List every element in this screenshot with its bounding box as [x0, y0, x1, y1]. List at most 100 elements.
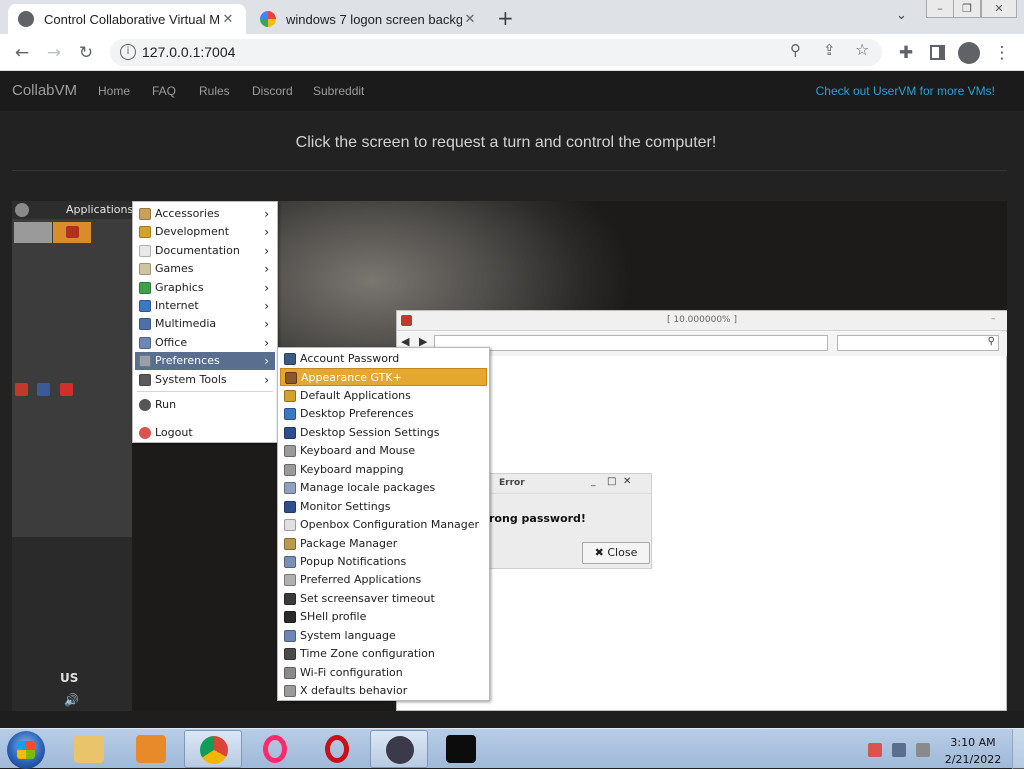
pref-item-popup-notifications[interactable]: Popup Notifications [280, 553, 487, 571]
close-window-button[interactable]: ✕ [981, 0, 1017, 18]
share-icon[interactable]: ⇪ [823, 41, 836, 59]
error-close-button[interactable]: ✖ Close [582, 542, 650, 564]
app-menu-item-graphics[interactable]: Graphics › [135, 279, 275, 297]
nav-discord[interactable]: Discord [252, 84, 293, 98]
menu-item-label: Desktop Session Settings [300, 425, 440, 439]
pref-item-account-password[interactable]: Account Password [280, 350, 487, 368]
network-icon[interactable] [892, 743, 906, 757]
pref-item-set-screensaver-timeout[interactable]: Set screensaver timeout [280, 590, 487, 608]
taskbar-obs-button[interactable] [370, 730, 428, 768]
site-brand[interactable]: CollabVM [12, 82, 77, 99]
pref-item-openbox-configuration-manager[interactable]: Openbox Configuration Manager [280, 516, 487, 534]
maximize-icon[interactable]: □ [607, 476, 616, 487]
info-icon[interactable]: i [120, 44, 136, 60]
tab-windows7-search[interactable]: windows 7 logon screen backgro ✕ [250, 4, 488, 34]
search-icon[interactable]: ⚲ [988, 336, 995, 347]
zoom-icon[interactable]: ⚲ [790, 41, 801, 59]
pref-item-keyboard-mapping[interactable]: Keyboard mapping [280, 461, 487, 479]
app-menu-item-logout[interactable]: Logout [135, 424, 275, 442]
app-menu-item-accessories[interactable]: Accessories › [135, 205, 275, 223]
show-desktop-button[interactable] [1012, 729, 1024, 769]
more-menu-icon[interactable]: ⋮ [990, 41, 1014, 65]
close-tab-icon[interactable]: ✕ [462, 11, 478, 27]
reload-icon[interactable]: ↻ [74, 41, 98, 65]
pref-item-desktop-session-settings[interactable]: Desktop Session Settings [280, 424, 487, 442]
pref-item-keyboard-and-mouse[interactable]: Keyboard and Mouse [280, 442, 487, 460]
action-center-icon[interactable] [868, 743, 882, 757]
wi-fi-configuration-icon [284, 666, 296, 679]
menu-item-label: Office [155, 335, 188, 349]
pref-item-shell-profile[interactable]: SHell profile [280, 608, 487, 626]
app-menu-item-run[interactable]: Run [135, 396, 275, 414]
pref-item-preferred-applications[interactable]: Preferred Applications [280, 571, 487, 589]
menu-item-label: Set screensaver timeout [300, 591, 435, 605]
nav-faq[interactable]: FAQ [152, 84, 176, 98]
system-clock[interactable]: 3:10 AM 2/21/2022 [944, 734, 1002, 768]
workspace-2[interactable] [53, 222, 91, 243]
forward-icon[interactable]: → [42, 41, 66, 65]
error-dialog-titlebar[interactable]: Error _ □ ✕ [483, 474, 651, 494]
puppy-logo-icon[interactable] [15, 203, 29, 217]
close-icon[interactable]: ✕ [623, 476, 631, 487]
taskbar-opera-button[interactable] [308, 730, 366, 768]
vm-browser-url-field[interactable] [434, 335, 828, 351]
screenshot-icon[interactable] [60, 383, 73, 396]
vm-browser-titlebar[interactable]: [ 10.000000% ] – [397, 311, 1007, 331]
app-menu-item-games[interactable]: Games › [135, 260, 275, 278]
app-menu-item-preferences[interactable]: Preferences › [135, 352, 275, 371]
nav-home[interactable]: Home [98, 84, 130, 98]
submenu-arrow-icon: › [264, 372, 269, 387]
bookmark-star-icon[interactable]: ☆ [855, 40, 869, 59]
pref-item-default-applications[interactable]: Default Applications [280, 387, 487, 405]
save-icon[interactable] [37, 383, 50, 396]
close-tab-icon[interactable]: ✕ [220, 11, 236, 27]
nav-subreddit[interactable]: Subreddit [313, 84, 364, 98]
taskbar-file-explorer-button[interactable] [60, 730, 118, 768]
uservm-promo-link[interactable]: Check out UserVM for more VMs! [816, 84, 995, 98]
minimize-icon[interactable]: _ [591, 477, 596, 487]
app-menu-item-system-tools[interactable]: System Tools › [135, 371, 275, 389]
browser-app-icon [401, 315, 412, 326]
pref-item-manage-locale-packages[interactable]: Manage locale packages [280, 479, 487, 497]
side-panel-icon[interactable] [930, 45, 945, 60]
app-menu-item-office[interactable]: Office › [135, 334, 275, 352]
app-menu-item-internet[interactable]: Internet › [135, 297, 275, 315]
pref-item-desktop-preferences[interactable]: Desktop Preferences [280, 405, 487, 423]
volume-icon[interactable]: 🔊 [64, 693, 79, 707]
restore-window-button[interactable]: ❐ [953, 0, 981, 18]
back-icon[interactable]: ← [10, 41, 34, 65]
extensions-icon[interactable]: ✚ [894, 41, 918, 65]
minimize-icon[interactable]: – [991, 314, 996, 324]
nav-rules[interactable]: Rules [199, 84, 230, 98]
workspace-1[interactable] [14, 222, 52, 243]
pref-item-monitor-settings[interactable]: Monitor Settings [280, 498, 487, 516]
launcher-icon[interactable] [15, 383, 28, 396]
profile-avatar-icon[interactable] [958, 42, 980, 64]
tab-collabvm[interactable]: Control Collaborative Virtual Ma ✕ [8, 4, 246, 34]
appearance-gtk-icon [285, 372, 297, 385]
tab-search-icon[interactable]: ⌄ [896, 8, 907, 23]
pref-item-package-manager[interactable]: Package Manager [280, 535, 487, 553]
taskbar-chrome-button[interactable] [184, 730, 242, 768]
pref-item-appearance-gtk[interactable]: Appearance GTK+ [280, 368, 487, 387]
volume-muted-icon[interactable] [916, 743, 930, 757]
app-menu-item-multimedia[interactable]: Multimedia › [135, 315, 275, 333]
app-menu-item-development[interactable]: Development › [135, 223, 275, 241]
office-category-icon [139, 336, 151, 349]
taskbar-opera-gx-button[interactable] [246, 730, 304, 768]
taskbar-media-player-button[interactable] [122, 730, 180, 768]
applications-menu-button[interactable]: Applications [66, 203, 133, 216]
vm-screen[interactable]: Applications US 🔊 [ 10.000000% ] – ◀ ▶ ⚲… [12, 201, 1007, 711]
start-button[interactable] [7, 731, 45, 769]
vm-browser-search-field[interactable]: ⚲ [837, 335, 999, 351]
pref-item-x-defaults-behavior[interactable]: X defaults behavior [280, 682, 487, 700]
address-bar[interactable]: i 127.0.0.1:7004 ⚲ ⇪ ☆ [110, 39, 882, 66]
new-tab-button[interactable]: + [497, 6, 514, 30]
minimize-window-button[interactable]: – [926, 0, 954, 18]
keyboard-layout-indicator[interactable]: US [60, 671, 78, 685]
pref-item-wi-fi-configuration[interactable]: Wi-Fi configuration [280, 664, 487, 682]
pref-item-time-zone-configuration[interactable]: Time Zone configuration [280, 645, 487, 663]
app-menu-item-documentation[interactable]: Documentation › [135, 242, 275, 260]
pref-item-system-language[interactable]: System language [280, 627, 487, 645]
taskbar-command-prompt-button[interactable] [432, 730, 490, 768]
